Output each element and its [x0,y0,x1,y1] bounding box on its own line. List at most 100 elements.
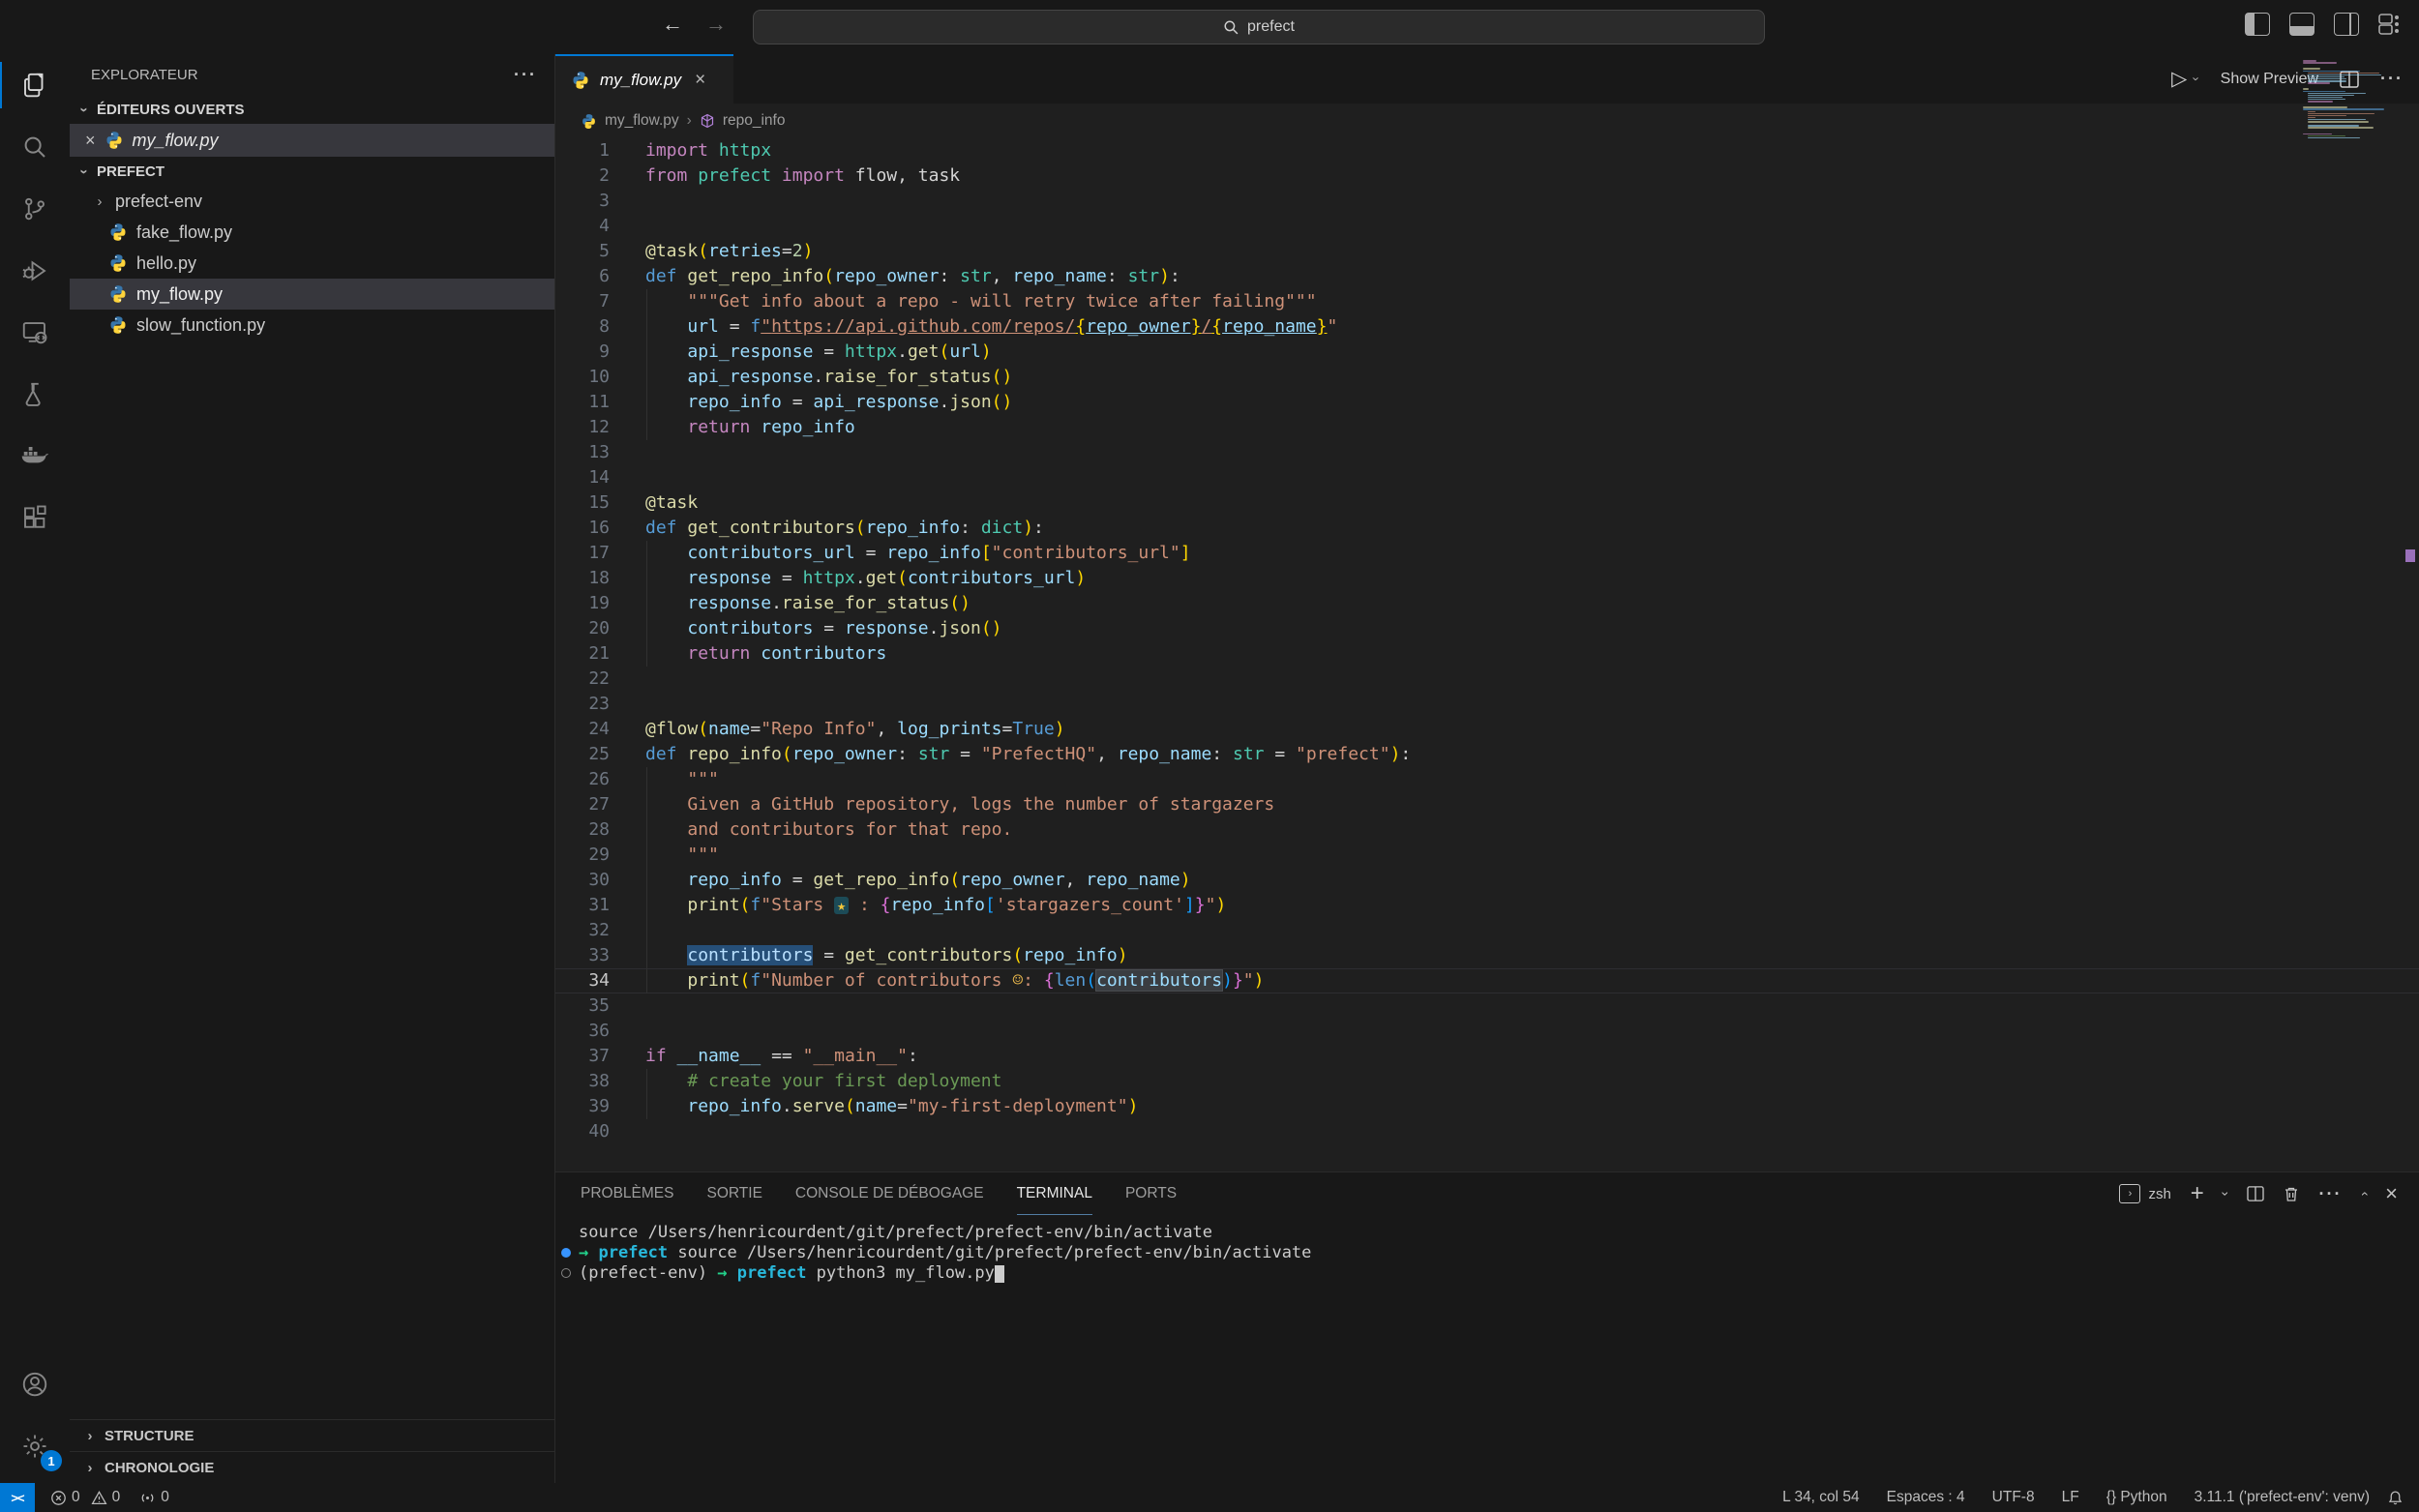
terminal[interactable]: source /Users/henricourdent/git/prefect/… [579,1223,2400,1475]
code-line[interactable]: 14 [555,465,2419,490]
code-line[interactable]: 26 """ [555,767,2419,792]
code-line[interactable]: 12 return repo_info [555,415,2419,440]
remote-explorer-icon[interactable] [0,302,70,364]
structure-section[interactable]: › STRUCTURE [70,1419,554,1451]
code-line[interactable]: 3 [555,189,2419,214]
problems-status[interactable]: 0 0 [50,1489,120,1506]
code-line[interactable]: 13 [555,440,2419,465]
code-line[interactable]: 16def get_contributors(repo_info: dict): [555,516,2419,541]
account-icon[interactable] [0,1353,70,1415]
code-line[interactable]: 17 contributors_url = repo_info["contrib… [555,541,2419,566]
code-line[interactable]: 21 return contributors [555,641,2419,667]
code-line[interactable]: 40 [555,1119,2419,1144]
code-line[interactable]: 2from prefect import flow, task [555,163,2419,189]
code-line[interactable]: 32 [555,918,2419,943]
code-line[interactable]: 4 [555,214,2419,239]
editor-more-actions-icon[interactable]: ··· [2380,69,2404,89]
status-item[interactable]: LF [2062,1489,2079,1506]
status-item[interactable]: L 34, col 54 [1782,1489,1860,1506]
code-line[interactable]: 27 Given a GitHub repository, logs the n… [555,792,2419,817]
code-line[interactable]: 5@task(retries=2) [555,239,2419,264]
tree-item-prefect-env[interactable]: ›prefect-env [70,186,554,217]
code-line[interactable]: 34 print(f"Number of contributors ☺: {le… [555,968,2419,993]
terminal-dropdown-icon[interactable]: › [2218,1192,2233,1197]
tab-my-flow[interactable]: my_flow.py × [555,54,733,104]
code-line[interactable]: 24@flow(name="Repo Info", log_prints=Tru… [555,717,2419,742]
notifications-bell-icon[interactable] [2387,1490,2404,1506]
close-icon[interactable]: × [85,131,96,151]
ports-status[interactable]: 0 [139,1489,169,1506]
testing-icon[interactable] [0,364,70,426]
code-line[interactable]: 23 [555,692,2419,717]
code-line[interactable]: 15@task [555,490,2419,516]
extensions-icon[interactable] [0,488,70,549]
code-line[interactable]: 28 and contributors for that repo. [555,817,2419,843]
code-line[interactable]: 31 print(f"Stars ★ : {repo_info['stargaz… [555,893,2419,918]
explorer-more-actions-icon[interactable]: ··· [514,65,537,85]
maximize-panel-icon[interactable]: › [2356,1192,2372,1197]
kill-terminal-icon[interactable] [2284,1186,2299,1202]
code-line[interactable]: 22 [555,667,2419,692]
toggle-sidebar-icon[interactable] [2245,13,2270,36]
source-control-icon[interactable] [0,178,70,240]
tab-close-icon[interactable]: × [695,70,705,91]
code-line[interactable]: 37if __name__ == "__main__": [555,1044,2419,1069]
remote-indicator[interactable]: >< [0,1483,35,1512]
run-debug-icon[interactable] [0,240,70,302]
code-line[interactable]: 25def repo_info(repo_owner: str = "Prefe… [555,742,2419,767]
code-line[interactable]: 7 """Get info about a repo - will retry … [555,289,2419,314]
code-line[interactable]: 29 """ [555,843,2419,868]
code-line[interactable]: 9 api_response = httpx.get(url) [555,340,2419,365]
panel-tab-terminal[interactable]: TERMINAL [1017,1172,1092,1215]
new-terminal-icon[interactable]: + [2191,1180,2204,1207]
code-line[interactable]: 10 api_response.raise_for_status() [555,365,2419,390]
status-item[interactable]: {} Python [2106,1489,2167,1506]
tree-item-my_flow.py[interactable]: my_flow.py [70,279,554,310]
close-panel-icon[interactable]: × [2385,1181,2398,1206]
docker-icon[interactable] [0,426,70,488]
command-center-search[interactable]: prefect [753,10,1765,44]
code-line[interactable]: 1import httpx [555,138,2419,163]
open-editors-section[interactable]: › ÉDITEURS OUVERTS [70,95,554,124]
run-dropdown-icon[interactable]: › [2190,76,2204,80]
status-item[interactable]: Espaces : 4 [1887,1489,1965,1506]
panel-tab-ports[interactable]: PORTS [1125,1172,1177,1215]
breadcrumb-symbol[interactable]: repo_info [723,112,786,130]
panel-tab-sortie[interactable]: SORTIE [706,1172,762,1215]
code-line[interactable]: 18 response = httpx.get(contributors_url… [555,566,2419,591]
code-line[interactable]: 33 contributors = get_contributors(repo_… [555,943,2419,968]
tree-item-fake_flow.py[interactable]: fake_flow.py [70,217,554,248]
explorer-icon[interactable] [0,54,70,116]
code-line[interactable]: 35 [555,993,2419,1019]
code-line[interactable]: 20 contributors = response.json() [555,616,2419,641]
project-section[interactable]: › PREFECT [70,157,554,186]
panel-more-actions-icon[interactable]: ··· [2318,1184,2342,1204]
toggle-secondary-sidebar-icon[interactable] [2334,13,2359,36]
breadcrumb-file[interactable]: my_flow.py [605,112,679,130]
toggle-panel-icon[interactable] [2289,13,2314,36]
tree-item-hello.py[interactable]: hello.py [70,248,554,279]
run-python-file-icon[interactable]: ▷ [2171,67,2187,91]
status-item[interactable]: UTF-8 [1992,1489,2035,1506]
settings-gear-icon[interactable]: 1 [0,1415,70,1477]
tree-item-slow_function.py[interactable]: slow_function.py [70,310,554,341]
code-line[interactable]: 36 [555,1019,2419,1044]
timeline-section[interactable]: › CHRONOLOGIE [70,1451,554,1483]
customize-layout-icon[interactable] [2378,14,2402,35]
code-line[interactable]: 6def get_repo_info(repo_owner: str, repo… [555,264,2419,289]
code-line[interactable]: 11 repo_info = api_response.json() [555,390,2419,415]
code-line[interactable]: 38 # create your first deployment [555,1069,2419,1094]
nav-back-icon[interactable]: ← [658,12,687,37]
code-line[interactable]: 39 repo_info.serve(name="my-first-deploy… [555,1094,2419,1119]
search-view-icon[interactable] [0,116,70,178]
panel-tab-console-de-d-bogage[interactable]: CONSOLE DE DÉBOGAGE [795,1172,984,1215]
split-terminal-icon[interactable] [2247,1186,2264,1201]
terminal-shell-selector[interactable]: › zsh [2119,1184,2170,1203]
nav-forward-icon[interactable]: → [702,12,731,37]
status-item[interactable]: 3.11.1 ('prefect-env': venv) [2195,1489,2370,1506]
open-editor-item[interactable]: × my_flow.py [70,124,554,157]
panel-tab-probl-mes[interactable]: PROBLÈMES [581,1172,673,1215]
show-preview-button[interactable]: Show Preview [2221,71,2318,88]
code-area[interactable]: 1import httpx2from prefect import flow, … [555,138,2419,1171]
code-line[interactable]: 19 response.raise_for_status() [555,591,2419,616]
